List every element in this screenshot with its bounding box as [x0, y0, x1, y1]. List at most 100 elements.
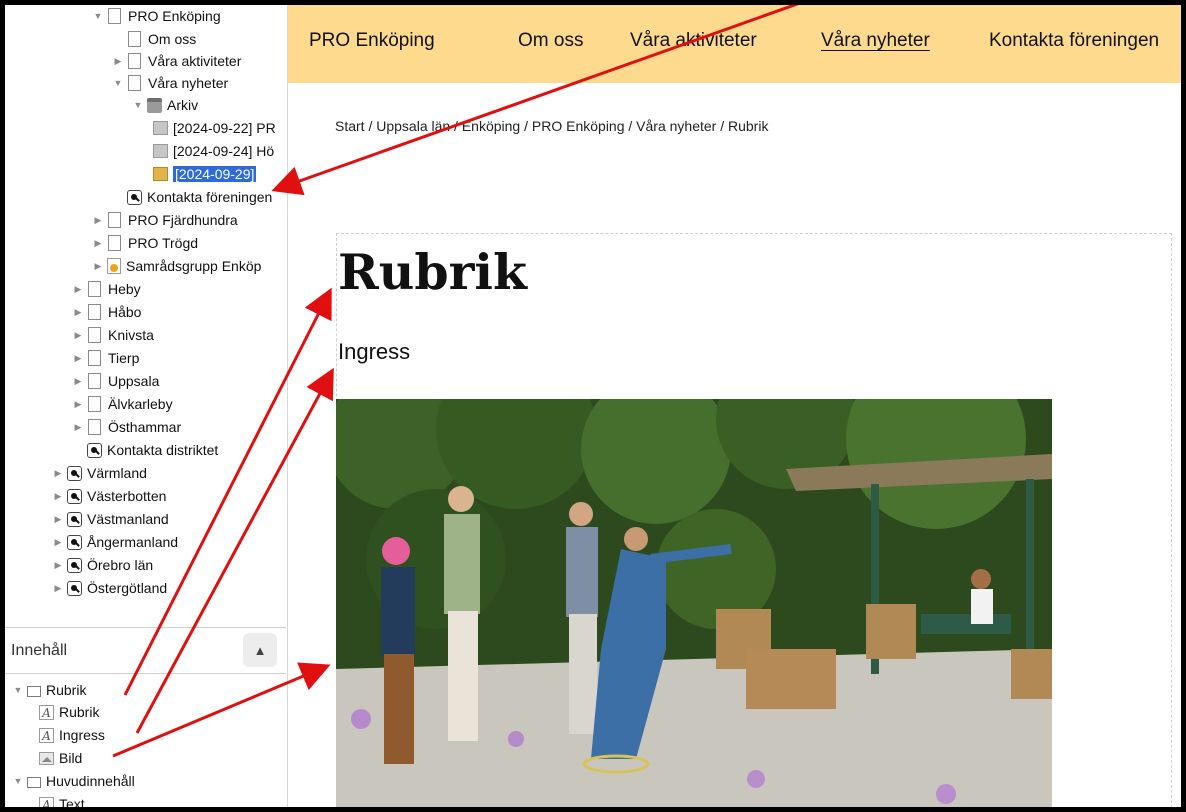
screenshot-frame: ▼ PRO Enköping Om oss ▶ Våra aktiviteter…: [5, 5, 1181, 807]
content-item-bild[interactable]: Bild: [37, 747, 82, 769]
archive-icon: [147, 97, 162, 113]
tree-item-news-2024-09-24[interactable]: [2024-09-24] Hö: [151, 140, 274, 162]
tree-item-label: PRO Fjärdhundra: [128, 212, 238, 228]
collapsed-arrow-icon[interactable]: ▶: [71, 284, 85, 295]
expanded-arrow-icon[interactable]: ▼: [111, 78, 125, 88]
collapsed-arrow-icon[interactable]: ▶: [71, 376, 85, 387]
collapsed-arrow-icon[interactable]: ▶: [71, 422, 85, 433]
collapsed-arrow-icon[interactable]: ▶: [71, 330, 85, 341]
tree-item-label: Västerbotten: [87, 488, 167, 504]
tree-item-orebro-lan[interactable]: ▶ Örebro län: [51, 554, 154, 576]
content-item-rubrik-group[interactable]: ▼ Rubrik: [11, 679, 87, 701]
expanded-arrow-icon[interactable]: ▼: [91, 11, 105, 21]
site-navigation: PRO Enköping Om oss Våra aktiviteter Vår…: [288, 5, 1181, 83]
group-icon: [27, 776, 41, 788]
collapsed-arrow-icon[interactable]: ▶: [71, 399, 85, 410]
tree-item-label: Håbo: [108, 304, 142, 320]
article-title[interactable]: Rubrik: [338, 243, 527, 301]
collapsed-arrow-icon[interactable]: ▶: [51, 491, 65, 502]
tree-item-label: Kontakta distriktet: [107, 442, 219, 458]
collapsed-arrow-icon[interactable]: ▶: [51, 583, 65, 594]
contact-page-icon: [67, 580, 82, 596]
content-item-text[interactable]: A Text: [37, 793, 85, 807]
tree-item-news-2024-09-29[interactable]: [2024-09-29]: [151, 163, 257, 185]
tree-item-varmland[interactable]: ▶ Värmland: [51, 462, 147, 484]
tree-item-label: Våra aktiviteter: [148, 53, 242, 69]
collapsed-arrow-icon[interactable]: ▶: [51, 468, 65, 479]
tree-item-pro-fjardhundra[interactable]: ▶ PRO Fjärdhundra: [91, 209, 238, 231]
page-icon: [88, 327, 101, 343]
content-item-label: Bild: [59, 750, 83, 766]
contact-page-icon: [67, 465, 82, 481]
content-item-label: Huvudinnehåll: [46, 773, 135, 789]
tree-item-label: [2024-09-22] PR: [173, 120, 276, 136]
content-item-ingress[interactable]: A Ingress: [37, 724, 105, 746]
tree-item-vara-aktiviteter[interactable]: ▶ Våra aktiviteter: [111, 50, 241, 72]
page-tree-panel: ▼ PRO Enköping Om oss ▶ Våra aktiviteter…: [5, 5, 288, 807]
tree-item-label: Värmland: [87, 465, 147, 481]
tree-item-label: Ångermanland: [87, 534, 179, 550]
news-item-icon: [153, 144, 168, 158]
page-icon: [88, 281, 101, 297]
expanded-arrow-icon[interactable]: ▼: [131, 100, 145, 110]
tree-item-arkiv[interactable]: ▼ Arkiv: [131, 94, 199, 116]
tree-item-alvkarleby[interactable]: ▶ Älvkarleby: [71, 393, 173, 415]
page-icon: [128, 31, 141, 47]
content-item-rubrik[interactable]: A Rubrik: [37, 701, 99, 723]
tree-item-label-selected: [2024-09-29]: [173, 166, 257, 182]
nav-link-vara-aktiviteter[interactable]: Våra aktiviteter: [630, 30, 757, 52]
collapsed-arrow-icon[interactable]: ▶: [111, 56, 125, 67]
tree-item-vastmanland[interactable]: ▶ Västmanland: [51, 508, 169, 530]
tree-item-om-oss[interactable]: Om oss: [111, 28, 196, 50]
garden-boules-photo: [336, 399, 1052, 807]
collapsed-arrow-icon[interactable]: ▶: [91, 215, 105, 226]
contact-page-icon: [127, 189, 142, 205]
tree-item-angermanland[interactable]: ▶ Ångermanland: [51, 531, 179, 553]
tree-item-uppsala[interactable]: ▶ Uppsala: [71, 370, 159, 392]
expanded-arrow-icon[interactable]: ▼: [11, 776, 25, 786]
tree-item-osthammar[interactable]: ▶ Östhammar: [71, 416, 181, 438]
collapsed-arrow-icon[interactable]: ▶: [71, 307, 85, 318]
page-icon: [88, 350, 101, 366]
tree-item-label: Älvkarleby: [108, 396, 173, 412]
tree-item-knivsta[interactable]: ▶ Knivsta: [71, 324, 154, 346]
up-down-arrows-icon[interactable]: ▲: [243, 633, 277, 667]
tree-item-pro-enkoping[interactable]: ▼ PRO Enköping: [91, 5, 221, 27]
content-item-huvudinnehall-group[interactable]: ▼ Huvudinnehåll: [11, 770, 135, 792]
nav-link-kontakta-foreningen[interactable]: Kontakta föreningen: [989, 30, 1159, 52]
tree-item-samradsgrupp[interactable]: ▶ Samrådsgrupp Enköp: [91, 255, 261, 277]
page-icon: [88, 304, 101, 320]
article-ingress[interactable]: Ingress: [338, 339, 410, 365]
page-icon: [88, 419, 101, 435]
tree-item-tierp[interactable]: ▶ Tierp: [71, 347, 139, 369]
tree-item-ostergotland[interactable]: ▶ Östergötland: [51, 577, 168, 599]
contact-page-icon: [67, 488, 82, 504]
article-image[interactable]: [336, 399, 1052, 807]
collapsed-arrow-icon[interactable]: ▶: [51, 560, 65, 571]
page-icon: [128, 75, 141, 91]
contact-page-icon: [87, 442, 102, 458]
tree-item-vasterbotten[interactable]: ▶ Västerbotten: [51, 485, 167, 507]
collapsed-arrow-icon[interactable]: ▶: [71, 353, 85, 364]
tree-item-pro-trogd[interactable]: ▶ PRO Trögd: [91, 232, 198, 254]
collapsed-arrow-icon[interactable]: ▶: [51, 537, 65, 548]
breadcrumb[interactable]: Start / Uppsala län / Enköping / PRO Enk…: [335, 118, 768, 134]
tree-item-kontakta-distriktet[interactable]: Kontakta distriktet: [71, 439, 218, 461]
tree-item-heby[interactable]: ▶ Heby: [71, 278, 141, 300]
collapsed-arrow-icon[interactable]: ▶: [91, 238, 105, 249]
tree-item-vara-nyheter[interactable]: ▼ Våra nyheter: [111, 72, 228, 94]
tree-item-label: PRO Enköping: [128, 8, 221, 24]
tree-item-habo[interactable]: ▶ Håbo: [71, 301, 141, 323]
tree-item-news-2024-09-22[interactable]: [2024-09-22] PR: [151, 117, 276, 139]
collapsed-arrow-icon[interactable]: ▶: [91, 261, 105, 272]
content-item-label: Rubrik: [59, 704, 100, 720]
nav-link-vara-nyheter[interactable]: Våra nyheter: [821, 30, 930, 52]
collapsed-arrow-icon[interactable]: ▶: [51, 514, 65, 525]
expanded-arrow-icon[interactable]: ▼: [11, 685, 25, 695]
nav-link-om-oss[interactable]: Om oss: [518, 30, 583, 52]
tree-item-label: Om oss: [148, 31, 197, 47]
nav-brand-link[interactable]: PRO Enköping: [309, 30, 435, 52]
content-item-label: Ingress: [59, 727, 105, 743]
tree-item-kontakta-foreningen[interactable]: Kontakta föreningen: [111, 186, 272, 208]
page-icon: [128, 53, 141, 69]
